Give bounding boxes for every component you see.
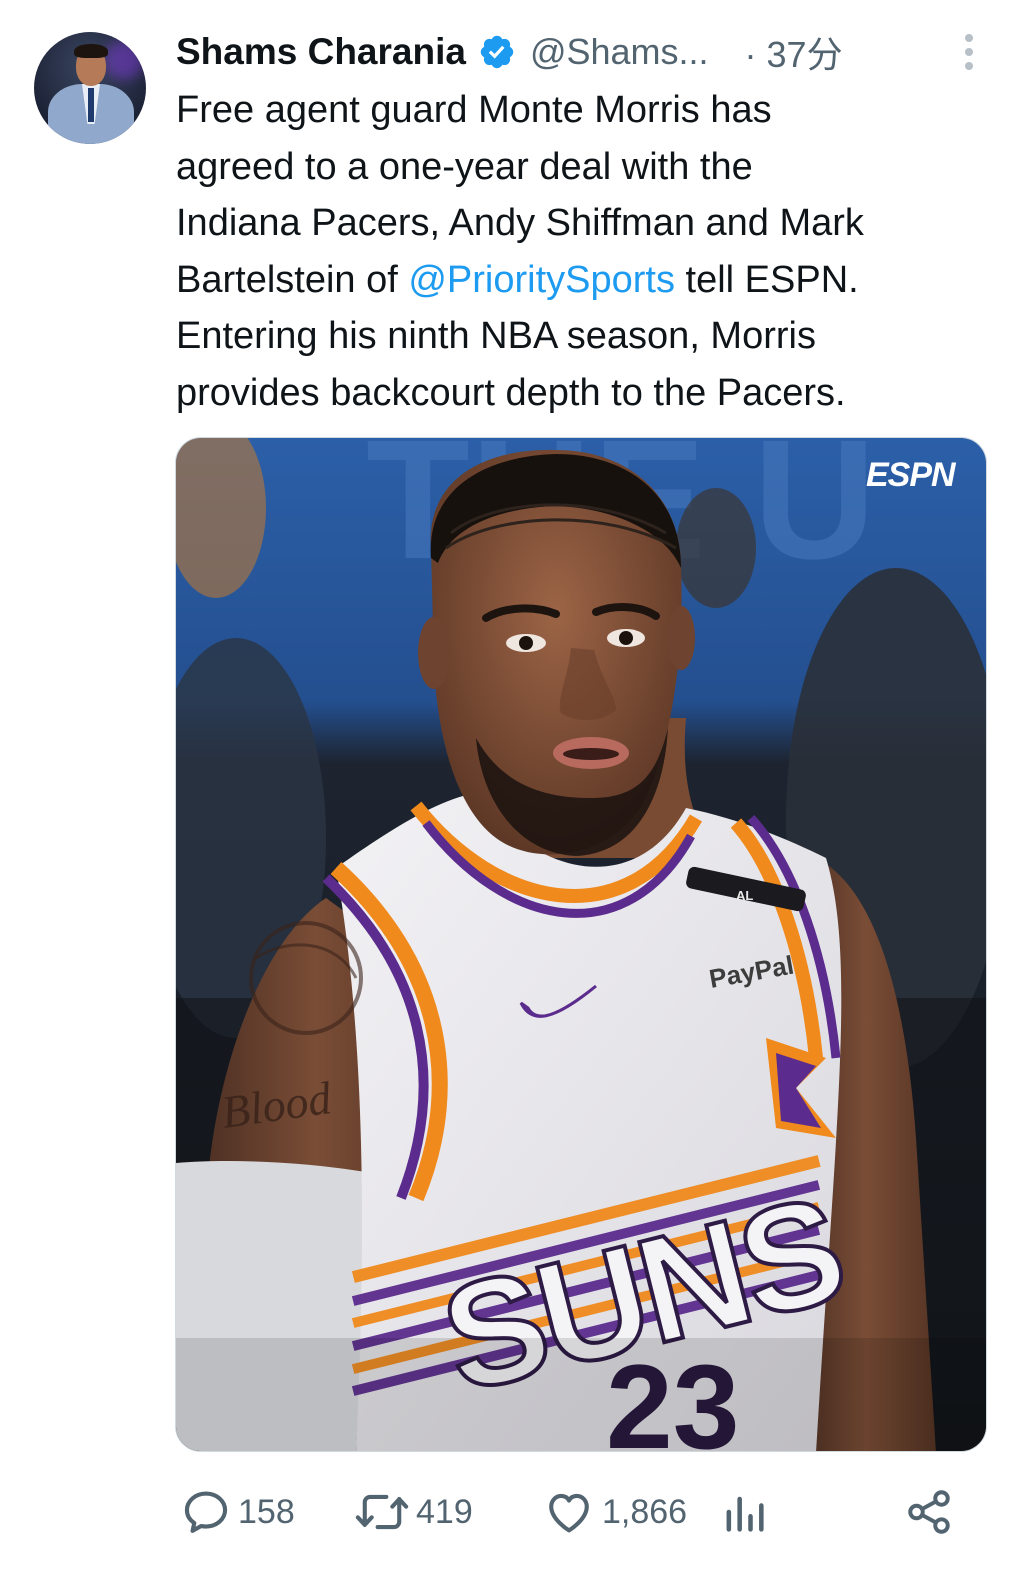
speech-bubble-icon: [184, 1491, 228, 1533]
mention-link[interactable]: @PrioritySports: [408, 259, 675, 301]
tweet-actions: 158 419 1,866: [176, 1480, 966, 1544]
player-photo: THE U AL: [176, 438, 986, 1451]
timestamp[interactable]: · 37分: [745, 26, 843, 78]
heart-icon: [549, 1493, 589, 1533]
avatar[interactable]: [34, 32, 146, 144]
like-button[interactable]: 1,866: [542, 1480, 687, 1544]
bar-chart-icon: [726, 1496, 764, 1532]
author-handle[interactable]: @Shams...: [530, 31, 709, 73]
share-button[interactable]: [904, 1480, 954, 1544]
repost-button[interactable]: 419: [354, 1480, 473, 1544]
tweet-text: Free agent guard Monte Morris has agreed…: [176, 82, 996, 421]
tweet: Shams Charania @Shams... · 37分 Free agen…: [0, 0, 1035, 1588]
vertical-dots-icon[interactable]: [962, 32, 976, 72]
jersey-patch-text: AL: [736, 888, 753, 903]
verified-badge-icon: [480, 35, 514, 69]
espn-watermark: ESPN: [866, 456, 957, 494]
repost-count: 419: [416, 1492, 473, 1531]
reply-button[interactable]: 158: [180, 1480, 295, 1544]
share-nodes-icon: [908, 1490, 950, 1534]
tweet-media-photo[interactable]: THE U AL: [175, 437, 987, 1452]
reply-count: 158: [238, 1492, 295, 1531]
tweet-header: Shams Charania @Shams... · 37分: [176, 24, 996, 80]
display-name[interactable]: Shams Charania: [176, 31, 466, 73]
repost-arrows-icon: [355, 1494, 409, 1530]
views-button[interactable]: [722, 1480, 766, 1544]
like-count: 1,866: [602, 1492, 688, 1531]
